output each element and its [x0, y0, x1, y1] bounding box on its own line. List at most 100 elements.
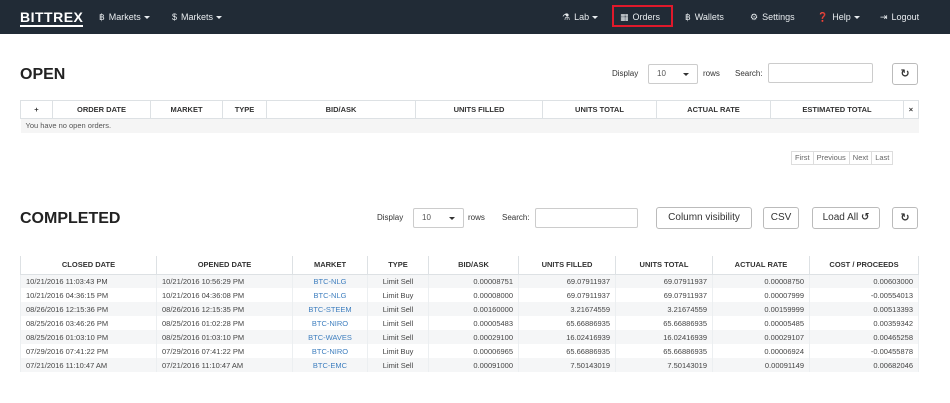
table-row: 08/26/2016 12:15:36 PM 08/26/2016 12:15:…	[20, 302, 919, 316]
market-link[interactable]: BTC-STEEM	[292, 302, 368, 316]
chevron-down-icon	[592, 16, 599, 20]
column-header[interactable]: UNITS TOTAL	[615, 256, 713, 275]
column-header[interactable]: TYPE	[222, 100, 267, 119]
brand-logo[interactable]: BITTREX	[20, 9, 84, 27]
opened-date-cell: 10/21/2016 04:36:08 PM	[156, 288, 293, 302]
closed-date-cell: 08/25/2016 03:46:26 PM	[20, 316, 157, 330]
top-navbar: BITTREX ฿ Markets $ Markets ⚗ Lab ▦ Orders ฿…	[0, 0, 950, 34]
open-rows-select[interactable]: 10	[648, 64, 698, 84]
pager-next[interactable]: Next	[850, 152, 873, 164]
market-link[interactable]: BTC-WAVES	[292, 330, 368, 344]
history-icon: ↺	[860, 212, 870, 223]
units-total-cell: 16.02416939	[615, 330, 713, 344]
nav-logout[interactable]: ⇥ Logout	[880, 0, 919, 34]
nav-settings-label: Settings	[762, 12, 795, 22]
units-total-cell: 7.50143019	[615, 358, 713, 372]
nav-wallets[interactable]: ฿ Wallets	[685, 0, 724, 34]
nav-help[interactable]: ❓ Help	[817, 0, 860, 34]
completed-refresh-button[interactable]: ↻	[892, 207, 918, 229]
column-header[interactable]: ACTUAL RATE	[656, 100, 771, 119]
completed-search-input[interactable]	[535, 208, 638, 228]
column-header[interactable]: ACTUAL RATE	[712, 256, 810, 275]
market-link[interactable]: BTC-EMC	[292, 358, 368, 372]
cancel-all-header[interactable]: ×	[903, 100, 919, 119]
nav-lab[interactable]: ⚗ Lab	[562, 0, 599, 34]
bid-ask-cell: 0.00008751	[428, 274, 519, 288]
column-header[interactable]: CLOSED DATE	[20, 256, 157, 275]
actual-rate-cell: 0.00006924	[712, 344, 810, 358]
completed-rows-select[interactable]: 10	[413, 208, 464, 228]
open-search-label: Search:	[735, 69, 763, 78]
load-all-label: Load All	[822, 212, 859, 223]
bitcoin-icon: ฿	[99, 12, 105, 22]
nav-settings[interactable]: ⚙ Settings	[750, 0, 795, 34]
column-header[interactable]: OPENED DATE	[156, 256, 293, 275]
opened-date-cell: 08/25/2016 01:03:10 PM	[156, 330, 293, 344]
open-refresh-button[interactable]: ↻	[892, 63, 918, 85]
column-visibility-button[interactable]: Column visibility	[656, 207, 752, 229]
table-row: 07/29/2016 07:41:22 PM 07/29/2016 07:41:…	[20, 344, 919, 358]
column-header[interactable]: MARKET	[292, 256, 368, 275]
column-header[interactable]: TYPE	[367, 256, 429, 275]
column-header[interactable]: MARKET	[150, 100, 223, 119]
bid-ask-cell: 0.00005483	[428, 316, 519, 330]
chevron-down-icon	[683, 73, 689, 76]
type-cell: Limit Sell	[367, 302, 429, 316]
nav-usd-markets[interactable]: $ Markets	[172, 0, 223, 34]
units-filled-cell: 3.21674559	[518, 302, 616, 316]
market-link[interactable]: BTC-NLG	[292, 274, 368, 288]
completed-rows-label: rows	[468, 213, 485, 222]
open-table-header: + ORDER DATE MARKET TYPE BID/ASK UNITS F…	[20, 100, 919, 119]
market-link[interactable]: BTC-NLG	[292, 288, 368, 302]
actual-rate-cell: 0.00005485	[712, 316, 810, 330]
pager-first[interactable]: First	[792, 152, 814, 164]
open-rows-label: rows	[703, 69, 720, 78]
column-header[interactable]: ESTIMATED TOTAL	[770, 100, 904, 119]
type-cell: Limit Buy	[367, 344, 429, 358]
cost-proceeds-cell: -0.00455878	[809, 344, 919, 358]
completed-table-header: CLOSED DATE OPENED DATE MARKET TYPE BID/…	[20, 256, 919, 275]
units-total-cell: 65.66886935	[615, 316, 713, 330]
bid-ask-cell: 0.00091000	[428, 358, 519, 372]
market-link[interactable]: BTC-NIRO	[292, 316, 368, 330]
closed-date-cell: 07/29/2016 07:41:22 PM	[20, 344, 157, 358]
column-header[interactable]: UNITS TOTAL	[542, 100, 657, 119]
cost-proceeds-cell: 0.00603000	[809, 274, 919, 288]
column-header[interactable]: COST / PROCEEDS	[809, 256, 919, 275]
market-link[interactable]: BTC-NIRO	[292, 344, 368, 358]
completed-rows-value: 10	[422, 213, 431, 222]
nav-btc-markets[interactable]: ฿ Markets	[99, 0, 150, 34]
question-icon: ❓	[817, 12, 829, 22]
type-cell: Limit Sell	[367, 316, 429, 330]
column-header[interactable]: BID/ASK	[428, 256, 519, 275]
bid-ask-cell: 0.00029100	[428, 330, 519, 344]
open-display-label: Display	[612, 69, 639, 78]
opened-date-cell: 10/21/2016 10:56:29 PM	[156, 274, 293, 288]
actual-rate-cell: 0.00007999	[712, 288, 810, 302]
csv-button[interactable]: CSV	[763, 207, 799, 229]
opened-date-cell: 08/25/2016 01:02:28 PM	[156, 316, 293, 330]
completed-search-label: Search:	[502, 213, 530, 222]
column-header[interactable]: UNITS FILLED	[518, 256, 616, 275]
units-filled-cell: 7.50143019	[518, 358, 616, 372]
units-total-cell: 69.07911937	[615, 288, 713, 302]
type-cell: Limit Sell	[367, 358, 429, 372]
open-search-input[interactable]	[768, 63, 873, 83]
refresh-icon: ↻	[900, 212, 910, 224]
pager-previous[interactable]: Previous	[814, 152, 850, 164]
nav-wallets-label: Wallets	[694, 12, 724, 22]
column-header[interactable]: BID/ASK	[266, 100, 416, 119]
units-filled-cell: 69.07911937	[518, 288, 616, 302]
load-all-button[interactable]: Load All ↺	[812, 207, 880, 229]
closed-date-cell: 10/21/2016 04:36:15 PM	[20, 288, 157, 302]
open-rows-value: 10	[657, 69, 666, 78]
column-header[interactable]: UNITS FILLED	[415, 100, 543, 119]
table-row: 07/21/2016 11:10:47 AM 07/21/2016 11:10:…	[20, 358, 919, 372]
pager-last[interactable]: Last	[872, 152, 892, 164]
actual-rate-cell: 0.00091149	[712, 358, 810, 372]
actual-rate-cell: 0.00008750	[712, 274, 810, 288]
expand-header[interactable]: +	[20, 100, 53, 119]
bid-ask-cell: 0.00160000	[428, 302, 519, 316]
column-header[interactable]: ORDER DATE	[52, 100, 151, 119]
gear-icon: ⚙	[750, 12, 759, 22]
